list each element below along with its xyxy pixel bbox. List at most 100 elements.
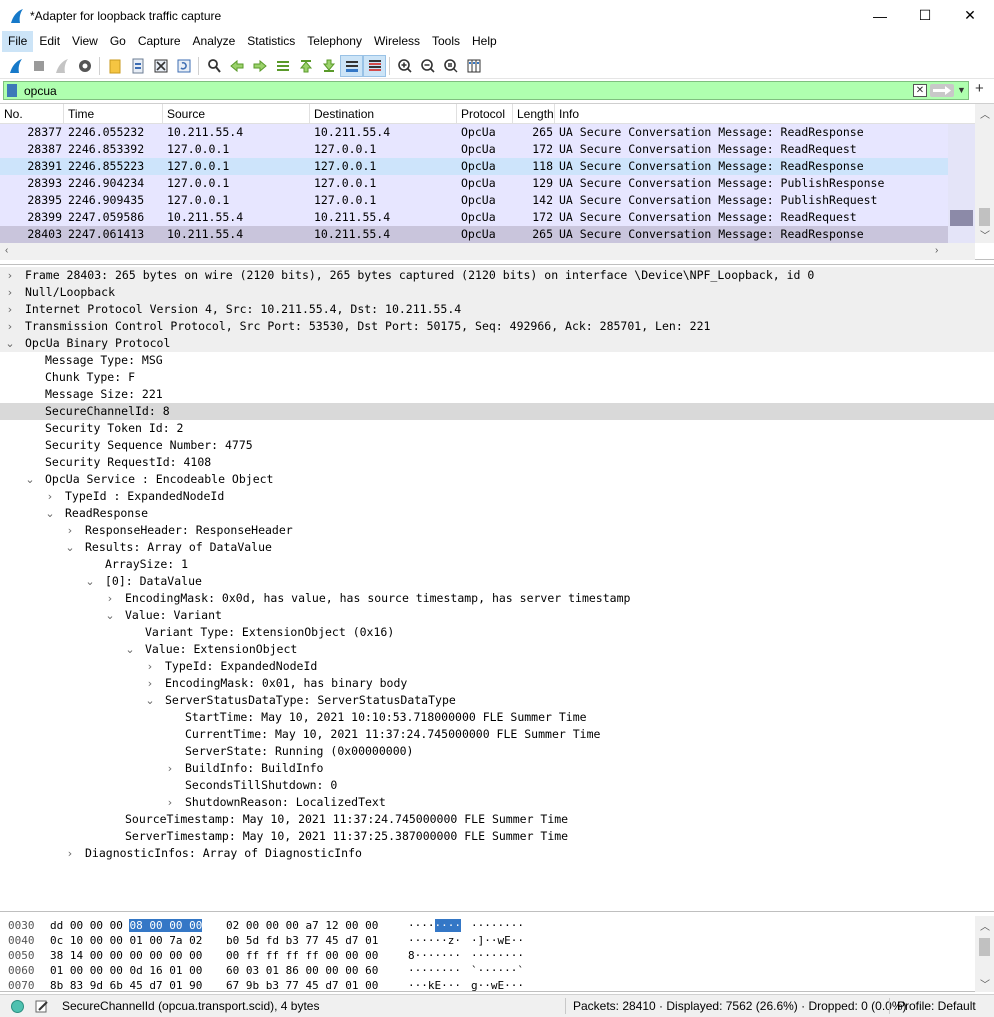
last-packet-button[interactable] (317, 55, 340, 77)
find-packet-button[interactable] (202, 55, 225, 77)
menu-capture[interactable]: Capture (132, 31, 187, 52)
chevron-right-icon[interactable]: › (4, 267, 16, 284)
chevron-right-icon[interactable]: › (104, 590, 116, 607)
detail-tree-row[interactable]: ⌄ [0]: DataValue (0, 573, 994, 590)
detail-tree-row[interactable]: › ResponseHeader: ResponseHeader (0, 522, 994, 539)
menu-help[interactable]: Help (466, 31, 503, 52)
packet-row[interactable]: 28393 2246.904234 127.0.0.1 127.0.0.1 OpcUa 1… (0, 175, 948, 192)
packet-row[interactable]: 28391 2246.855223 127.0.0.1 127.0.0.1 OpcUa 1… (0, 158, 948, 175)
chevron-right-icon[interactable]: › (164, 760, 176, 777)
scroll-thumb[interactable] (979, 938, 990, 956)
detail-tree-row[interactable]: › DiagnosticInfos: Array of DiagnosticInf… (0, 845, 994, 862)
edit-comment-icon[interactable] (34, 999, 49, 1014)
detail-tree-row[interactable]: CurrentTime: May 10, 2021 11:37:24.74500… (0, 726, 994, 743)
packet-list-horizontal-scrollbar[interactable]: ‹ › (0, 243, 975, 260)
colorize-button[interactable] (363, 54, 386, 77)
detail-tree-row[interactable]: Security Token Id: 2 (0, 420, 994, 437)
chevron-down-icon[interactable]: ⌄ (44, 505, 56, 522)
detail-tree-row[interactable]: › BuildInfo: BuildInfo (0, 760, 994, 777)
detail-tree-row[interactable]: Variant Type: ExtensionObject (0x16) (0, 624, 994, 641)
close-file-button[interactable] (149, 55, 172, 77)
detail-tree-row[interactable]: › EncodingMask: 0x01, has binary body (0, 675, 994, 692)
chevron-down-icon[interactable]: ⌄ (144, 692, 156, 709)
menu-tools[interactable]: Tools (426, 31, 466, 52)
packet-row[interactable]: 28399 2247.059586 10.211.55.4 10.211.55.4 Op… (0, 209, 948, 226)
packet-minimap[interactable] (948, 124, 975, 243)
open-file-button[interactable] (103, 55, 126, 77)
detail-tree-row[interactable]: › Internet Protocol Version 4, Src: 10.21… (0, 301, 994, 318)
scroll-up-icon[interactable]: ︿ (980, 106, 990, 121)
column-header-protocol[interactable]: Protocol (457, 104, 513, 124)
column-header-time[interactable]: Time (64, 104, 163, 124)
detail-tree-row[interactable]: ServerTimestamp: May 10, 2021 11:37:25.3… (0, 828, 994, 845)
chevron-right-icon[interactable]: › (64, 845, 76, 862)
detail-tree-row[interactable]: ⌄ OpcUa Service : Encodeable Object (0, 471, 994, 488)
detail-tree-row[interactable]: StartTime: May 10, 2021 10:10:53.7180000… (0, 709, 994, 726)
packet-row[interactable]: 28403 2247.061413 10.211.55.4 10.211.55.4 Op… (0, 226, 948, 243)
scroll-thumb[interactable] (979, 208, 990, 226)
detail-tree-row[interactable]: ⌄ ReadResponse (0, 505, 994, 522)
scroll-down-icon[interactable]: ﹀ (980, 976, 990, 991)
detail-tree-row[interactable]: ServerState: Running (0x00000000) (0, 743, 994, 760)
column-header-destination[interactable]: Destination (310, 104, 457, 124)
clear-filter-icon[interactable]: ✕ (913, 84, 927, 97)
chevron-right-icon[interactable]: › (144, 658, 156, 675)
detail-tree-row[interactable]: › TypeId: ExpandedNodeId (0, 658, 994, 675)
zoom-reset-button[interactable] (439, 55, 462, 77)
detail-tree-row[interactable]: ⌄ Value: ExtensionObject (0, 641, 994, 658)
detail-tree-row[interactable]: ⌄ OpcUa Binary Protocol (0, 335, 994, 352)
reload-file-button[interactable] (172, 55, 195, 77)
chevron-down-icon[interactable]: ⌄ (124, 641, 136, 658)
detail-tree-row[interactable]: ArraySize: 1 (0, 556, 994, 573)
resize-columns-button[interactable] (462, 55, 485, 77)
column-header-info[interactable]: Info (555, 104, 975, 124)
detail-tree-row[interactable]: SecureChannelId: 8 (0, 403, 994, 420)
close-button[interactable]: ✕ (947, 0, 993, 31)
detail-tree-row[interactable]: › Frame 28403: 265 bytes on wire (2120 bi… (0, 267, 994, 284)
add-filter-button-icon[interactable]: + (975, 80, 984, 97)
apply-filter-arrow-icon[interactable] (930, 84, 954, 97)
detail-tree-row[interactable]: › EncodingMask: 0x0d, has value, has sour… (0, 590, 994, 607)
chevron-right-icon[interactable]: › (4, 301, 16, 318)
go-to-packet-button[interactable] (271, 55, 294, 77)
bytes-row[interactable]: 0040 0c 10 00 00 01 00 7a 02 b0 5d fd b3 7… (0, 933, 975, 948)
packet-list-vertical-scrollbar[interactable]: ︿ ﹀ (975, 104, 994, 243)
chevron-right-icon[interactable]: › (4, 284, 16, 301)
chevron-down-icon[interactable]: ▼ (957, 85, 966, 95)
detail-tree-row[interactable]: › Null/Loopback (0, 284, 994, 301)
auto-scroll-button[interactable] (340, 54, 363, 77)
detail-tree-row[interactable]: › TypeId : ExpandedNodeId (0, 488, 994, 505)
scroll-left-icon[interactable]: ‹ (5, 245, 8, 256)
chevron-right-icon[interactable]: › (144, 675, 156, 692)
detail-tree-row[interactable]: Chunk Type: F (0, 369, 994, 386)
start-capture-button[interactable] (4, 55, 27, 77)
scroll-down-icon[interactable]: ﹀ (980, 227, 990, 242)
column-header-no[interactable]: No. (0, 104, 64, 124)
go-forward-button[interactable] (248, 55, 271, 77)
capture-status-icon[interactable] (10, 999, 25, 1014)
capture-options-button[interactable] (73, 55, 96, 77)
menu-statistics[interactable]: Statistics (241, 31, 301, 52)
zoom-out-button[interactable] (416, 55, 439, 77)
detail-tree-row[interactable]: Message Type: MSG (0, 352, 994, 369)
bookmark-icon[interactable] (7, 84, 17, 97)
display-filter-input[interactable] (24, 83, 904, 98)
bytes-row[interactable]: 0070 8b 83 9d 6b 45 d7 01 90 67 9b b3 77 4… (0, 978, 975, 993)
column-header-source[interactable]: Source (163, 104, 310, 124)
detail-tree-row[interactable]: › ShutdownReason: LocalizedText (0, 794, 994, 811)
packet-row[interactable]: 28395 2246.909435 127.0.0.1 127.0.0.1 OpcUa 1… (0, 192, 948, 209)
stop-capture-button[interactable] (27, 55, 50, 77)
chevron-down-icon[interactable]: ⌄ (104, 607, 116, 624)
menu-view[interactable]: View (66, 31, 104, 52)
chevron-down-icon[interactable]: ⌄ (24, 471, 36, 488)
menu-telephony[interactable]: Telephony (301, 31, 368, 52)
chevron-down-icon[interactable]: ⌄ (4, 335, 16, 352)
detail-tree-row[interactable]: ⌄ Results: Array of DataValue (0, 539, 994, 556)
chevron-down-icon[interactable]: ⌄ (64, 539, 76, 556)
maximize-button[interactable]: ☐ (902, 0, 948, 31)
detail-tree-row[interactable]: Message Size: 221 (0, 386, 994, 403)
restart-capture-button[interactable] (50, 55, 73, 77)
detail-tree-row[interactable]: Security Sequence Number: 4775 (0, 437, 994, 454)
packet-row[interactable]: 28377 2246.055232 10.211.55.4 10.211.55.4 Op… (0, 124, 948, 141)
chevron-right-icon[interactable]: › (164, 794, 176, 811)
